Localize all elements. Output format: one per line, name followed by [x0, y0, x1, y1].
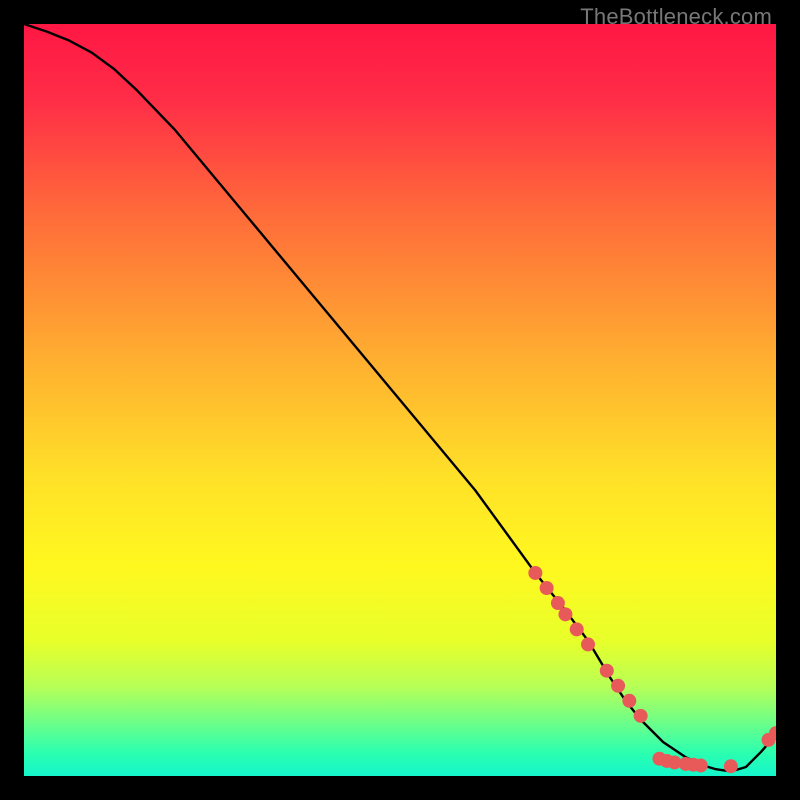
- marker-point: [724, 759, 738, 773]
- chart-svg: [24, 24, 776, 776]
- marker-point: [694, 758, 708, 772]
- marker-point: [622, 694, 636, 708]
- marker-point: [540, 581, 554, 595]
- marker-point: [570, 622, 584, 636]
- marker-point: [558, 607, 572, 621]
- marker-point: [581, 637, 595, 651]
- marker-point: [634, 709, 648, 723]
- marker-point: [611, 679, 625, 693]
- marker-point: [528, 566, 542, 580]
- marker-point: [600, 664, 614, 678]
- chart-frame: [24, 24, 776, 776]
